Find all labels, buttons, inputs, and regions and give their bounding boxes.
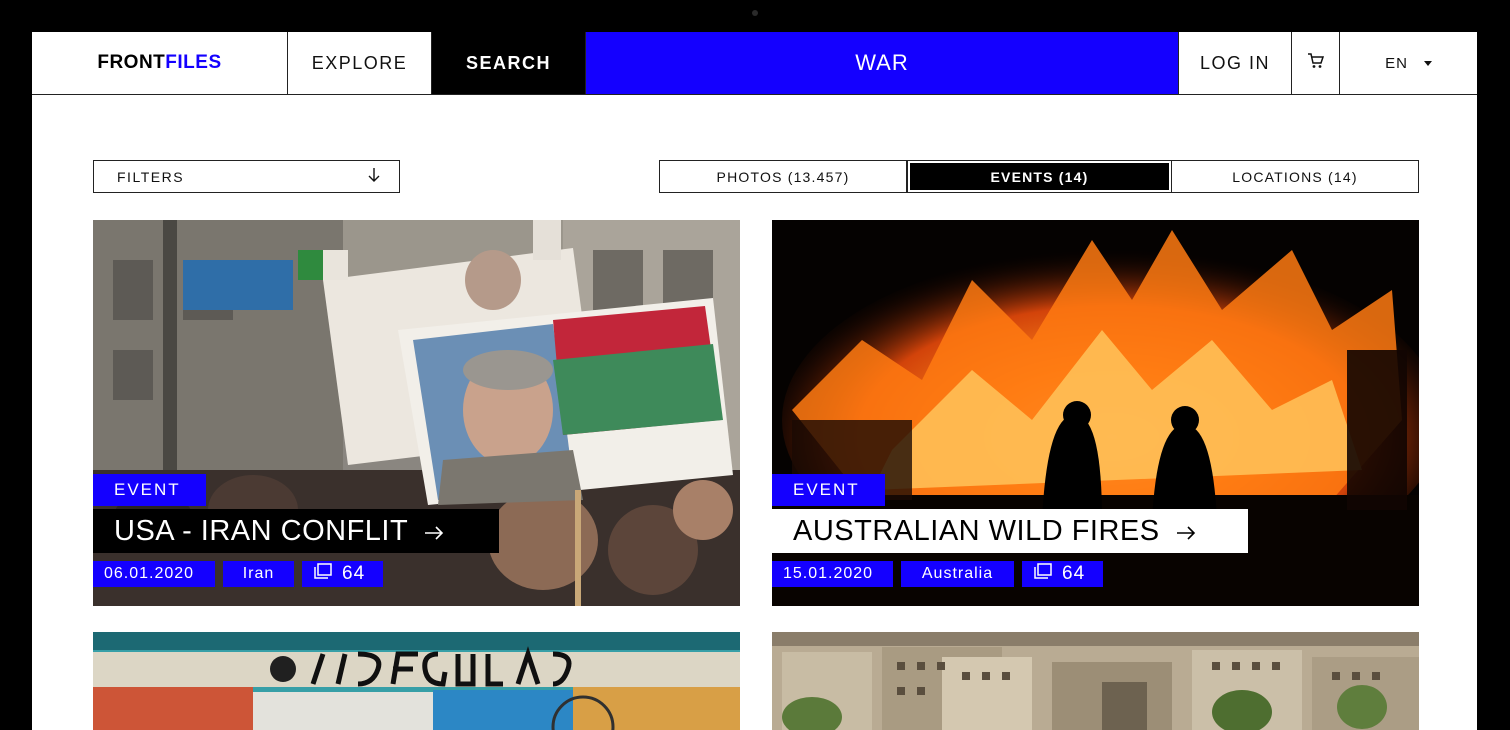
event-title-link[interactable]: USA - IRAN CONFLIT [93, 509, 499, 553]
top-nav: FRONT FILES EXPLORE SEARCH WAR LOG IN EN [32, 32, 1477, 95]
event-meta: 06.01.2020 Iran 64 [93, 561, 383, 587]
event-card[interactable] [772, 632, 1419, 730]
logo[interactable]: FRONT FILES [32, 32, 288, 94]
event-photo-count: 64 [302, 561, 383, 587]
event-meta: 15.01.2020 Australia 64 [772, 561, 1103, 587]
cart-icon [1307, 52, 1325, 75]
search-button[interactable]: SEARCH [432, 32, 586, 94]
gallery-icon [1034, 563, 1052, 585]
event-tag: EVENT [772, 474, 885, 506]
tab-locations[interactable]: LOCATIONS (14) [1172, 160, 1419, 193]
gallery-icon [314, 563, 332, 585]
event-title: AUSTRALIAN WILD FIRES [793, 514, 1160, 547]
login-link[interactable]: LOG IN [1179, 32, 1292, 94]
caret-down-icon [1423, 60, 1432, 66]
event-date: 15.01.2020 [772, 561, 893, 587]
event-card[interactable]: EVENT AUSTRALIAN WILD FIRES 15.01.2020 A… [772, 220, 1419, 606]
event-card[interactable] [93, 632, 740, 730]
cart-button[interactable] [1292, 32, 1340, 94]
event-photo-city [772, 632, 1419, 730]
photo-count: 64 [342, 563, 366, 584]
event-location[interactable]: Iran [223, 561, 294, 587]
screen: FRONTFILES EXPLORE SEARCH WAR LOG IN EN [32, 32, 1477, 730]
event-title: USA - IRAN CONFLIT [114, 514, 409, 547]
arrow-down-icon [367, 167, 381, 186]
tab-photos[interactable]: PHOTOS (13.457) [659, 160, 907, 193]
arrow-right-icon [1176, 515, 1196, 548]
device-frame: FRONTFILES EXPLORE SEARCH WAR LOG IN EN [0, 0, 1510, 730]
event-date: 06.01.2020 [93, 561, 215, 587]
result-tabs: PHOTOS (13.457) EVENTS (14) LOCATIONS (1… [659, 160, 1419, 193]
explore-link[interactable]: EXPLORE [288, 32, 432, 94]
photo-count: 64 [1062, 563, 1086, 584]
language-label: EN [1385, 54, 1408, 72]
event-photo-graffiti [93, 632, 740, 730]
arrow-right-icon [424, 515, 444, 548]
event-tag: EVENT [93, 474, 206, 506]
logo-front: FRONT [97, 52, 166, 73]
camera-dot [752, 10, 758, 16]
event-title-link[interactable]: AUSTRALIAN WILD FIRES [772, 509, 1248, 553]
search-query[interactable]: WAR [586, 32, 1179, 94]
language-selector[interactable]: EN [1340, 32, 1477, 94]
filters-label: FILTERS [117, 168, 185, 185]
event-photo-count: 64 [1022, 561, 1103, 587]
event-card[interactable]: EVENT USA - IRAN CONFLIT 06.01.2020 Iran… [93, 220, 740, 606]
filters-dropdown[interactable]: FILTERS [93, 160, 400, 193]
event-location[interactable]: Australia [901, 561, 1014, 587]
logo-files: FILES [165, 52, 222, 73]
tab-events[interactable]: EVENTS (14) [907, 160, 1172, 193]
